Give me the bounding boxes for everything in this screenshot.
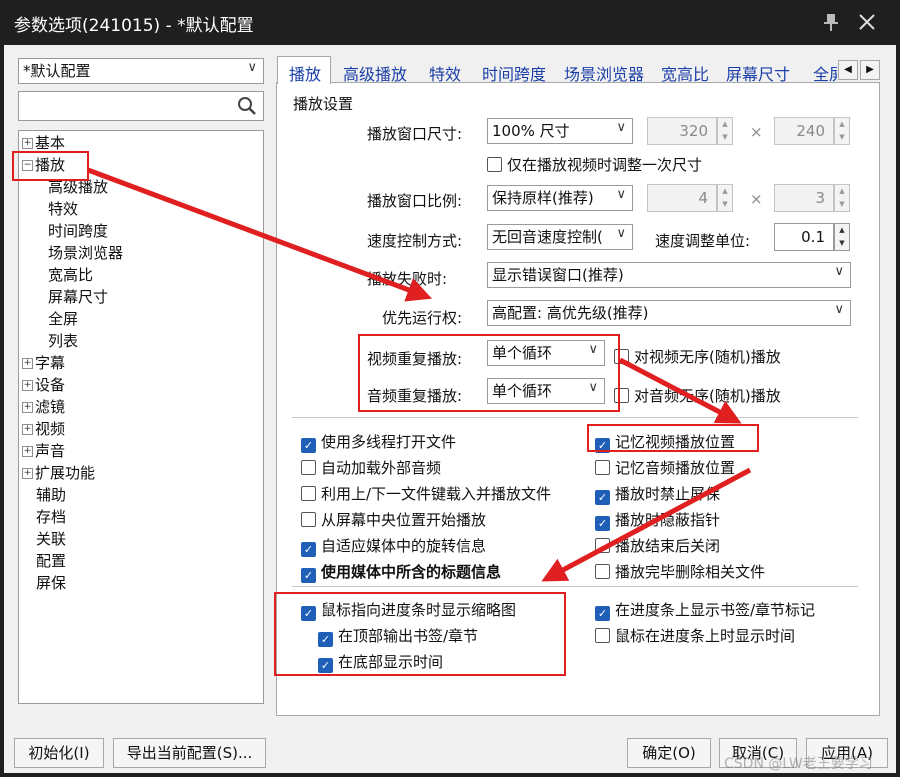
annotation-arrow <box>541 467 752 582</box>
annotation-arrow <box>87 167 433 302</box>
annotation-arrows <box>87 167 752 582</box>
annotation-arrow <box>618 357 742 424</box>
